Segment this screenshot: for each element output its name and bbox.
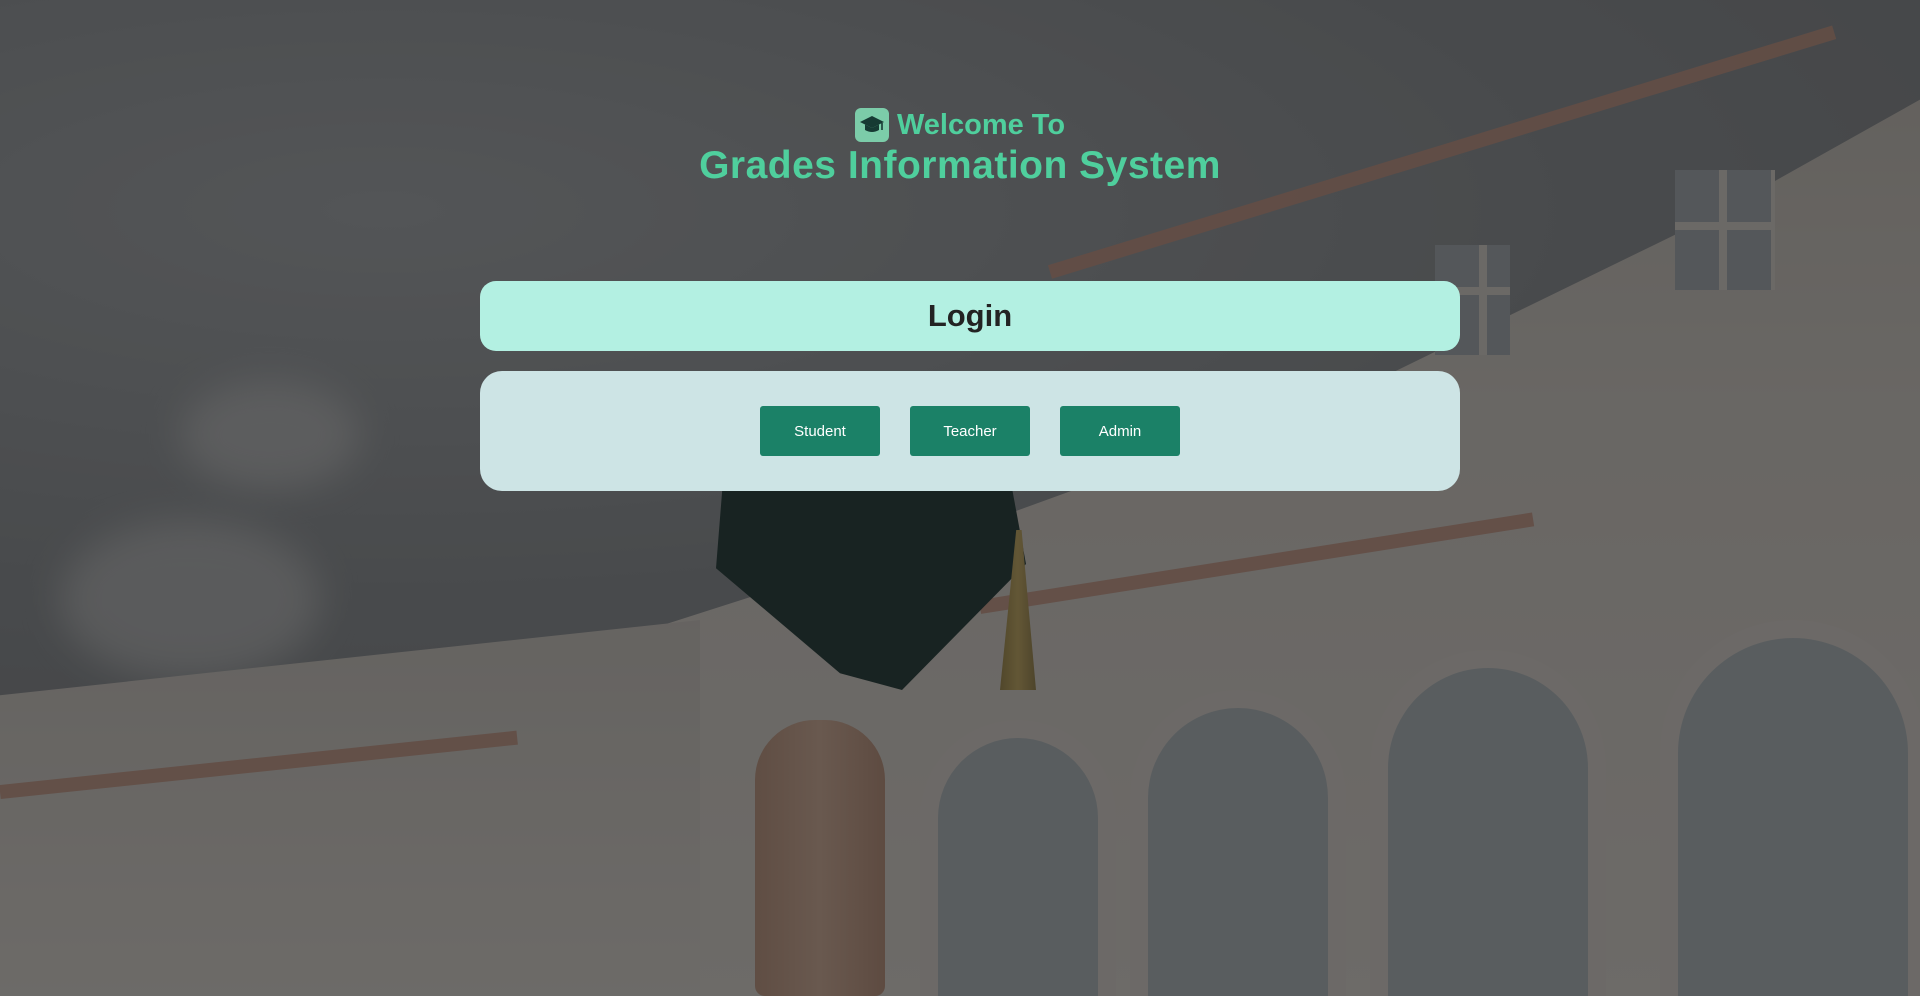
graduation-cap-icon (854, 108, 889, 142)
page: Welcome To Grades Information System Log… (0, 0, 1920, 996)
login-header: Login (480, 281, 1460, 351)
admin-button[interactable]: Admin (1060, 406, 1180, 456)
login-title: Login (927, 298, 1013, 333)
teacher-button[interactable]: Teacher (910, 406, 1030, 456)
page-title: Grades Information System (699, 144, 1221, 187)
role-selection-panel: Student Teacher Admin (480, 371, 1460, 491)
welcome-line: Welcome To (854, 108, 1066, 142)
header: Welcome To Grades Information System (0, 108, 1920, 188)
welcome-text: Welcome To (896, 108, 1066, 141)
student-button[interactable]: Student (760, 406, 880, 456)
